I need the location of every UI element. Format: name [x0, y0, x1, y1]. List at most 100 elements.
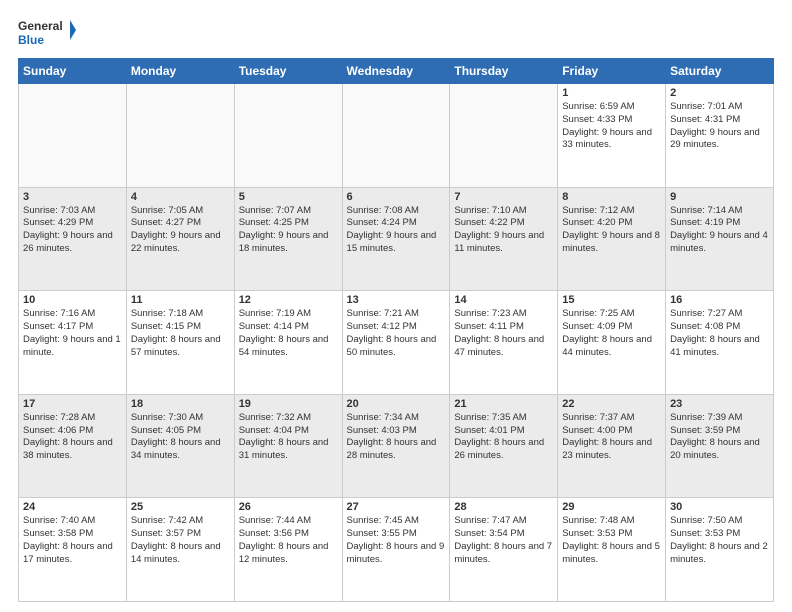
calendar-cell: 12 Sunrise: 7:19 AM Sunset: 4:14 PM Dayli…	[234, 291, 342, 395]
day-info: Sunrise: 7:37 AM Sunset: 4:00 PM Dayligh…	[562, 412, 661, 463]
day-number: 6	[347, 191, 446, 203]
day-info: Sunrise: 7:30 AM Sunset: 4:05 PM Dayligh…	[131, 412, 230, 463]
day-number: 22	[562, 398, 661, 410]
calendar-header-row: SundayMondayTuesdayWednesdayThursdayFrid…	[19, 59, 774, 84]
day-number: 24	[23, 501, 122, 513]
day-number: 23	[670, 398, 769, 410]
day-info: Sunrise: 7:18 AM Sunset: 4:15 PM Dayligh…	[131, 308, 230, 359]
calendar-week-row: 3 Sunrise: 7:03 AM Sunset: 4:29 PM Daylig…	[19, 187, 774, 291]
calendar-cell	[19, 84, 127, 188]
calendar-header-monday: Monday	[126, 59, 234, 84]
calendar-cell: 4 Sunrise: 7:05 AM Sunset: 4:27 PM Daylig…	[126, 187, 234, 291]
calendar-cell: 11 Sunrise: 7:18 AM Sunset: 4:15 PM Dayli…	[126, 291, 234, 395]
day-info: Sunrise: 7:27 AM Sunset: 4:08 PM Dayligh…	[670, 308, 769, 359]
day-number: 30	[670, 501, 769, 513]
day-number: 4	[131, 191, 230, 203]
calendar-cell: 14 Sunrise: 7:23 AM Sunset: 4:11 PM Dayli…	[450, 291, 558, 395]
day-info: Sunrise: 7:03 AM Sunset: 4:29 PM Dayligh…	[23, 205, 122, 256]
day-info: Sunrise: 7:42 AM Sunset: 3:57 PM Dayligh…	[131, 515, 230, 566]
calendar-cell	[450, 84, 558, 188]
calendar-header-sunday: Sunday	[19, 59, 127, 84]
calendar-cell: 1 Sunrise: 6:59 AM Sunset: 4:33 PM Daylig…	[558, 84, 666, 188]
day-number: 15	[562, 294, 661, 306]
calendar-cell	[234, 84, 342, 188]
day-info: Sunrise: 7:01 AM Sunset: 4:31 PM Dayligh…	[670, 101, 769, 152]
day-info: Sunrise: 7:07 AM Sunset: 4:25 PM Dayligh…	[239, 205, 338, 256]
calendar-cell: 15 Sunrise: 7:25 AM Sunset: 4:09 PM Dayli…	[558, 291, 666, 395]
day-number: 1	[562, 87, 661, 99]
day-number: 3	[23, 191, 122, 203]
logo: General Blue	[18, 16, 78, 52]
day-number: 19	[239, 398, 338, 410]
calendar-header-friday: Friday	[558, 59, 666, 84]
day-number: 11	[131, 294, 230, 306]
day-info: Sunrise: 7:44 AM Sunset: 3:56 PM Dayligh…	[239, 515, 338, 566]
day-info: Sunrise: 7:34 AM Sunset: 4:03 PM Dayligh…	[347, 412, 446, 463]
day-number: 27	[347, 501, 446, 513]
day-number: 21	[454, 398, 553, 410]
calendar-header-thursday: Thursday	[450, 59, 558, 84]
day-number: 26	[239, 501, 338, 513]
calendar-cell: 28 Sunrise: 7:47 AM Sunset: 3:54 PM Dayli…	[450, 498, 558, 602]
logo-svg: General Blue	[18, 16, 78, 52]
day-info: Sunrise: 7:50 AM Sunset: 3:53 PM Dayligh…	[670, 515, 769, 566]
calendar-cell: 8Sunrise: 7:12 AM Sunset: 4:20 PM Daylig…	[558, 187, 666, 291]
day-number: 29	[562, 501, 661, 513]
calendar-cell	[342, 84, 450, 188]
calendar-cell: 10 Sunrise: 7:16 AM Sunset: 4:17 PM Dayli…	[19, 291, 127, 395]
day-info: Sunrise: 7:12 AM Sunset: 4:20 PM Dayligh…	[562, 205, 661, 256]
day-info: Sunrise: 6:59 AM Sunset: 4:33 PM Dayligh…	[562, 101, 661, 152]
svg-text:General: General	[18, 19, 63, 33]
day-number: 12	[239, 294, 338, 306]
calendar-cell: 19Sunrise: 7:32 AM Sunset: 4:04 PM Dayli…	[234, 394, 342, 498]
day-number: 20	[347, 398, 446, 410]
day-info: Sunrise: 7:39 AM Sunset: 3:59 PM Dayligh…	[670, 412, 769, 463]
day-info: Sunrise: 7:21 AM Sunset: 4:12 PM Dayligh…	[347, 308, 446, 359]
day-info: Sunrise: 7:05 AM Sunset: 4:27 PM Dayligh…	[131, 205, 230, 256]
calendar-cell	[126, 84, 234, 188]
calendar-header-tuesday: Tuesday	[234, 59, 342, 84]
day-info: Sunrise: 7:08 AM Sunset: 4:24 PM Dayligh…	[347, 205, 446, 256]
day-number: 16	[670, 294, 769, 306]
day-info: Sunrise: 7:48 AM Sunset: 3:53 PM Dayligh…	[562, 515, 661, 566]
calendar-cell: 29 Sunrise: 7:48 AM Sunset: 3:53 PM Dayli…	[558, 498, 666, 602]
header: General Blue	[18, 16, 774, 52]
calendar-week-row: 24Sunrise: 7:40 AM Sunset: 3:58 PM Dayli…	[19, 498, 774, 602]
day-info: Sunrise: 7:19 AM Sunset: 4:14 PM Dayligh…	[239, 308, 338, 359]
svg-text:Blue: Blue	[18, 33, 44, 47]
day-info: Sunrise: 7:16 AM Sunset: 4:17 PM Dayligh…	[23, 308, 122, 359]
day-info: Sunrise: 7:47 AM Sunset: 3:54 PM Dayligh…	[454, 515, 553, 566]
day-number: 10	[23, 294, 122, 306]
calendar-cell: 17Sunrise: 7:28 AM Sunset: 4:06 PM Dayli…	[19, 394, 127, 498]
calendar-cell: 23 Sunrise: 7:39 AM Sunset: 3:59 PM Dayli…	[666, 394, 774, 498]
day-info: Sunrise: 7:25 AM Sunset: 4:09 PM Dayligh…	[562, 308, 661, 359]
calendar-cell: 9Sunrise: 7:14 AM Sunset: 4:19 PM Daylig…	[666, 187, 774, 291]
day-number: 13	[347, 294, 446, 306]
calendar-cell: 21Sunrise: 7:35 AM Sunset: 4:01 PM Dayli…	[450, 394, 558, 498]
calendar-cell: 18 Sunrise: 7:30 AM Sunset: 4:05 PM Dayli…	[126, 394, 234, 498]
calendar-cell: 2 Sunrise: 7:01 AM Sunset: 4:31 PM Daylig…	[666, 84, 774, 188]
day-number: 5	[239, 191, 338, 203]
calendar-cell: 30 Sunrise: 7:50 AM Sunset: 3:53 PM Dayli…	[666, 498, 774, 602]
calendar-header-wednesday: Wednesday	[342, 59, 450, 84]
day-number: 28	[454, 501, 553, 513]
calendar-cell: 26 Sunrise: 7:44 AM Sunset: 3:56 PM Dayli…	[234, 498, 342, 602]
day-number: 25	[131, 501, 230, 513]
day-info: Sunrise: 7:28 AM Sunset: 4:06 PM Dayligh…	[23, 412, 122, 463]
day-number: 18	[131, 398, 230, 410]
calendar-cell: 13 Sunrise: 7:21 AM Sunset: 4:12 PM Dayli…	[342, 291, 450, 395]
day-number: 14	[454, 294, 553, 306]
day-info: Sunrise: 7:45 AM Sunset: 3:55 PM Dayligh…	[347, 515, 446, 566]
day-number: 7	[454, 191, 553, 203]
day-number: 2	[670, 87, 769, 99]
calendar-cell: 3 Sunrise: 7:03 AM Sunset: 4:29 PM Daylig…	[19, 187, 127, 291]
calendar-cell: 16 Sunrise: 7:27 AM Sunset: 4:08 PM Dayli…	[666, 291, 774, 395]
day-info: Sunrise: 7:10 AM Sunset: 4:22 PM Dayligh…	[454, 205, 553, 256]
calendar-cell: 27 Sunrise: 7:45 AM Sunset: 3:55 PM Dayli…	[342, 498, 450, 602]
calendar-header-saturday: Saturday	[666, 59, 774, 84]
calendar-week-row: 17Sunrise: 7:28 AM Sunset: 4:06 PM Dayli…	[19, 394, 774, 498]
calendar-cell: 25 Sunrise: 7:42 AM Sunset: 3:57 PM Dayli…	[126, 498, 234, 602]
day-info: Sunrise: 7:23 AM Sunset: 4:11 PM Dayligh…	[454, 308, 553, 359]
calendar-week-row: 10 Sunrise: 7:16 AM Sunset: 4:17 PM Dayli…	[19, 291, 774, 395]
calendar-cell: 24Sunrise: 7:40 AM Sunset: 3:58 PM Dayli…	[19, 498, 127, 602]
